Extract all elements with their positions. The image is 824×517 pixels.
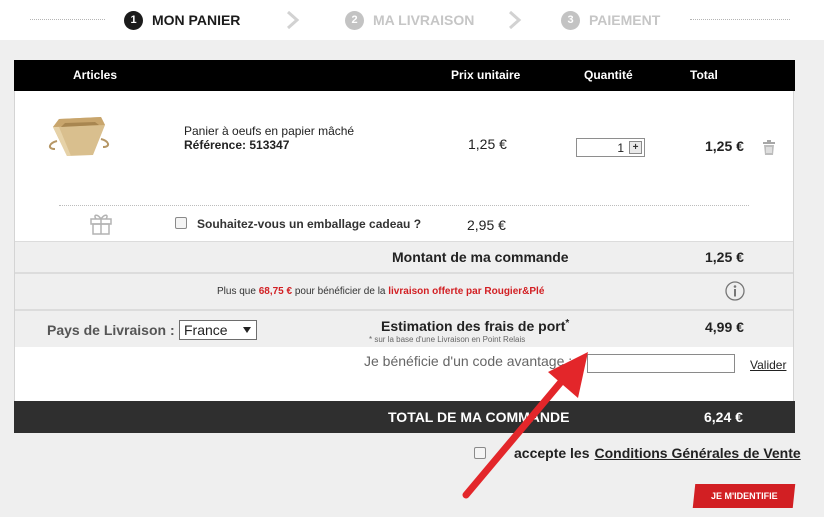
unit-price: 1,25 € bbox=[468, 136, 507, 152]
country-select[interactable]: France bbox=[179, 320, 257, 340]
header-total: Total bbox=[690, 68, 718, 82]
chevron-right-icon bbox=[509, 10, 522, 30]
terms-acceptance: accepte les Conditions Générales de Vent… bbox=[474, 443, 801, 463]
product-name[interactable]: Panier à oeufs en papier mâché bbox=[184, 124, 354, 138]
step-number: 1 bbox=[124, 10, 143, 30]
order-total-label: TOTAL DE MA COMMANDE bbox=[388, 409, 570, 425]
checkout-stepper: 1 MON PANIER 2 MA LIVRAISON 3 PAIEMENT bbox=[0, 0, 824, 40]
gift-icon bbox=[90, 214, 112, 235]
order-amount-label: Montant de ma commande bbox=[392, 249, 569, 265]
step-label: MON PANIER bbox=[152, 12, 241, 28]
chevron-down-icon bbox=[243, 327, 251, 333]
promo-validate-link[interactable]: Valider bbox=[750, 358, 786, 372]
chevron-right-icon bbox=[287, 10, 300, 30]
header-articles: Articles bbox=[73, 68, 118, 82]
step-number: 3 bbox=[561, 10, 580, 30]
gift-wrap-label: Souhaitez-vous un emballage cadeau ? bbox=[197, 217, 422, 231]
free-shipping-notice: Plus que 68,75 € pour bénéficier de la l… bbox=[15, 273, 793, 310]
country-label: Pays de Livraison : bbox=[47, 322, 175, 338]
gift-wrap-checkbox[interactable] bbox=[175, 217, 187, 229]
step-number: 2 bbox=[345, 10, 364, 30]
order-total-value: 6,24 € bbox=[704, 409, 743, 425]
quantity-value: 1 bbox=[617, 141, 624, 155]
terms-checkbox[interactable] bbox=[474, 447, 486, 459]
line-total: 1,25 € bbox=[705, 138, 744, 154]
info-icon[interactable] bbox=[725, 281, 745, 301]
stepper-dotted-line bbox=[690, 19, 790, 20]
trash-icon[interactable] bbox=[762, 140, 776, 155]
shipping-estimate-label: Estimation des frais de port* bbox=[381, 318, 569, 334]
order-amount-value: 1,25 € bbox=[705, 249, 744, 265]
table-header: Articles Prix unitaire Quantité Total bbox=[14, 60, 795, 91]
promo-code-input[interactable] bbox=[587, 354, 735, 373]
notice-prefix: Plus que bbox=[217, 286, 259, 297]
product-reference: Référence: 513347 bbox=[184, 138, 290, 152]
terms-link[interactable]: Conditions Générales de Vente bbox=[595, 445, 801, 461]
step-label: PAIEMENT bbox=[589, 12, 661, 28]
notice-highlight: livraison offerte par Rougier&Plé bbox=[388, 286, 545, 297]
free-shipping-text: Plus que 68,75 € pour bénéficier de la l… bbox=[217, 286, 544, 297]
shipping-estimate-note: * sur la base d'une Livraison en Point R… bbox=[369, 335, 526, 344]
cart-table: Articles Prix unitaire Quantité Total Pa… bbox=[14, 60, 795, 433]
gift-wrap-price: 2,95 € bbox=[467, 217, 506, 233]
identify-button[interactable]: JE M'IDENTIFIE bbox=[692, 484, 796, 508]
terms-prefix: accepte les bbox=[514, 445, 590, 461]
order-total-bar: TOTAL DE MA COMMANDE 6,24 € bbox=[14, 401, 795, 433]
product-image[interactable] bbox=[45, 111, 113, 161]
shipping-estimate-text: Estimation des frais de port bbox=[381, 318, 566, 334]
header-quantity: Quantité bbox=[584, 68, 633, 82]
shipping-estimate-asterisk: * bbox=[565, 318, 570, 329]
order-amount-row: Montant de ma commande 1,25 € bbox=[15, 241, 793, 273]
promo-code-label: Je bénéficie d'un code avantage : bbox=[364, 353, 573, 369]
quantity-stepper[interactable]: 1 + bbox=[576, 138, 645, 157]
shipping-estimate-value: 4,99 € bbox=[705, 319, 744, 335]
notice-amount: 68,75 € bbox=[258, 286, 293, 297]
identify-button-label: JE M'IDENTIFIE bbox=[710, 491, 778, 501]
step-payment[interactable]: 3 PAIEMENT bbox=[561, 9, 660, 31]
country-selected: France bbox=[184, 322, 228, 338]
header-unit-price: Prix unitaire bbox=[451, 68, 521, 82]
stepper-dotted-line bbox=[30, 19, 105, 20]
step-delivery[interactable]: 2 MA LIVRAISON bbox=[345, 9, 474, 31]
step-label: MA LIVRAISON bbox=[373, 12, 475, 28]
row-separator bbox=[59, 205, 749, 206]
quantity-plus-button[interactable]: + bbox=[629, 141, 642, 154]
step-cart: 1 MON PANIER bbox=[124, 9, 240, 31]
notice-middle: pour bénéficier de la bbox=[292, 286, 389, 297]
